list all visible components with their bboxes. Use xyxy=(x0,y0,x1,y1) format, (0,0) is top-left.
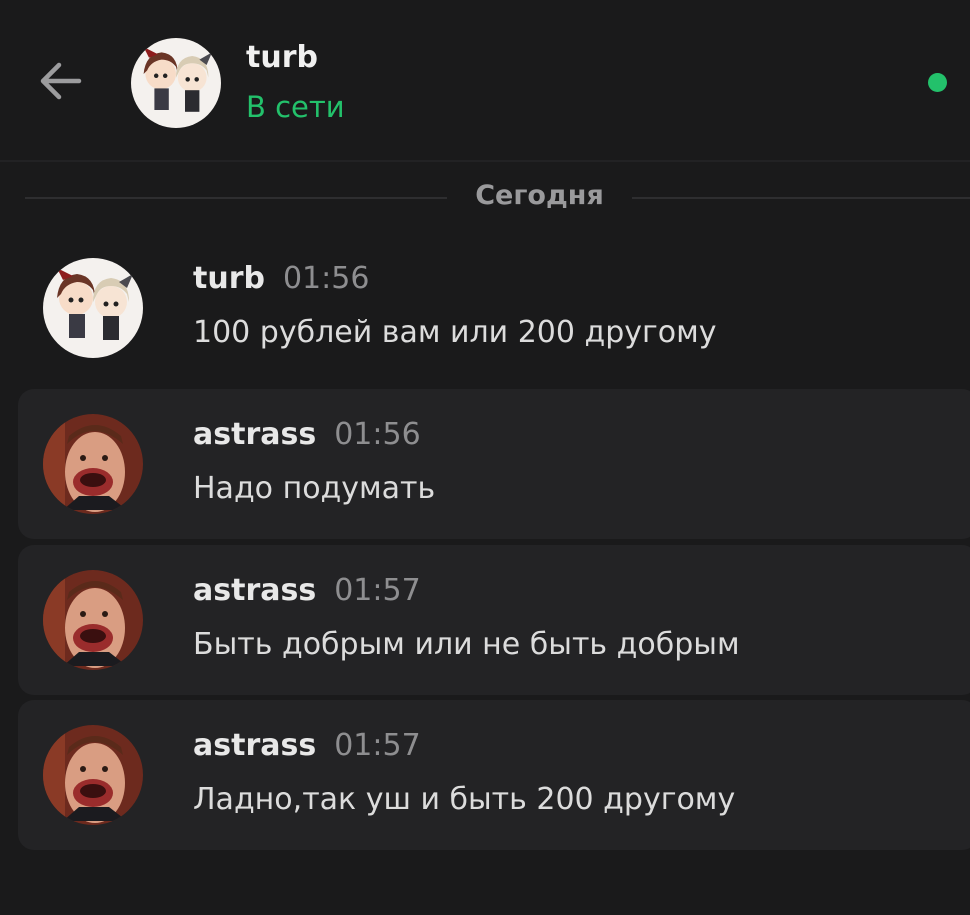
message-author-line: astrass 01:57 xyxy=(193,573,421,608)
divider-line-right xyxy=(632,197,970,199)
author-avatar[interactable] xyxy=(43,570,143,670)
message-item[interactable]: astrass 01:57 Быть добрым или не быть доб… xyxy=(18,545,970,695)
message-author-line: astrass 01:56 xyxy=(193,417,421,452)
message-author[interactable]: turb xyxy=(193,261,265,296)
message-author-line: turb 01:56 xyxy=(193,261,369,296)
message-text: 100 рублей вам или 200 другому xyxy=(193,315,717,350)
author-avatar[interactable] xyxy=(43,258,143,358)
message-time: 01:56 xyxy=(334,417,421,452)
chat-header: turb В сети xyxy=(0,0,970,162)
message-author[interactable]: astrass xyxy=(193,728,316,763)
contact-avatar[interactable] xyxy=(131,38,221,128)
arrow-left-icon xyxy=(40,62,82,100)
author-avatar[interactable] xyxy=(43,414,143,514)
contact-name: turb xyxy=(246,40,318,75)
message-item[interactable]: turb 01:56 100 рублей вам или 200 другому xyxy=(18,233,970,383)
message-text: Ладно,так уш и быть 200 другому xyxy=(193,782,736,817)
message-item[interactable]: astrass 01:56 Надо подумать xyxy=(18,389,970,539)
back-button[interactable] xyxy=(34,54,88,108)
divider-line-left xyxy=(25,197,447,199)
message-time: 01:57 xyxy=(334,573,421,608)
message-author[interactable]: astrass xyxy=(193,417,316,452)
date-divider: Сегодня xyxy=(0,180,970,218)
date-divider-label: Сегодня xyxy=(475,180,604,211)
author-avatar[interactable] xyxy=(43,725,143,825)
message-text: Надо подумать xyxy=(193,471,436,506)
message-item[interactable]: astrass 01:57 Ладно,так уш и быть 200 дру… xyxy=(18,700,970,850)
message-time: 01:57 xyxy=(334,728,421,763)
message-time: 01:56 xyxy=(282,261,370,296)
message-text: Быть добрым или не быть добрым xyxy=(193,627,740,662)
contact-status: В сети xyxy=(246,90,345,124)
online-indicator xyxy=(928,73,947,92)
message-author[interactable]: astrass xyxy=(193,573,316,608)
message-author-line: astrass 01:57 xyxy=(193,728,421,763)
